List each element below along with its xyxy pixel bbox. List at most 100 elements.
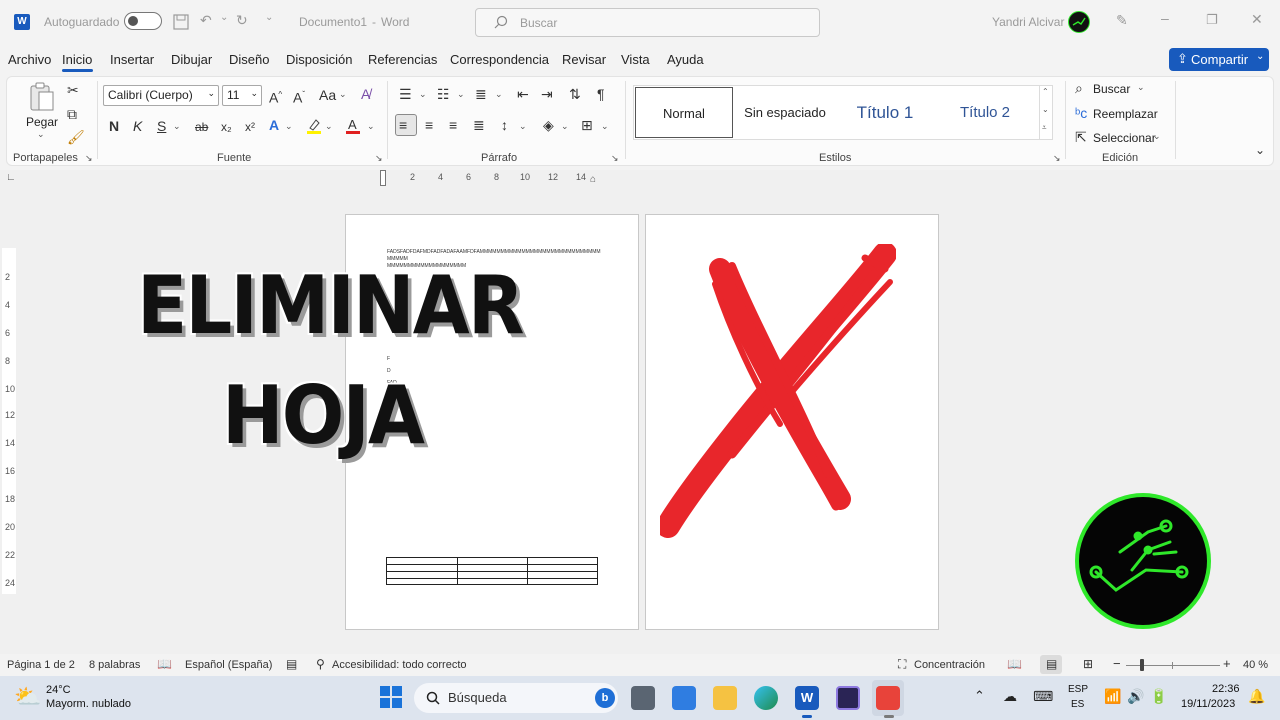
clock-time[interactable]: 22:36	[1212, 683, 1240, 695]
borders-dropdown-icon[interactable]: ⌄	[601, 121, 609, 132]
font-color-dropdown-icon[interactable]: ⌄	[367, 121, 375, 132]
underline-button[interactable]: S	[157, 119, 166, 133]
format-painter-icon[interactable]: 🖌	[67, 130, 85, 144]
battery-icon[interactable]: 🔋	[1150, 688, 1167, 705]
font-launcher-icon[interactable]: ↘	[375, 153, 383, 164]
file-explorer-icon[interactable]	[713, 686, 737, 710]
focus-icon[interactable]: ⛶	[898, 657, 906, 672]
web-layout-icon[interactable]: ⊞	[1083, 657, 1093, 671]
horizontal-ruler[interactable]: 2 4 6 8 10 12 14 ⌂	[360, 170, 610, 186]
store-icon[interactable]	[672, 686, 696, 710]
snip-tool-button[interactable]	[872, 680, 904, 716]
taskbar-search-box[interactable]: Búsqueda b	[414, 683, 618, 713]
change-case-dropdown-icon[interactable]: ⌄	[339, 89, 347, 100]
font-color-icon[interactable]: A	[345, 117, 361, 135]
highlight-dropdown-icon[interactable]: ⌄	[325, 121, 333, 132]
zoom-slider-thumb[interactable]	[1140, 659, 1144, 671]
accessibility-icon[interactable]: ⚲	[316, 657, 325, 671]
onedrive-icon[interactable]: ☁	[1003, 688, 1017, 705]
weather-temp[interactable]: 24°C	[46, 684, 71, 696]
multilevel-list-icon[interactable]: ≣	[475, 87, 487, 101]
show-formatting-icon[interactable]: ¶	[597, 87, 605, 101]
autosave-toggle[interactable]	[124, 12, 162, 30]
print-layout-button[interactable]: ▤	[1040, 655, 1062, 674]
strikethrough-button[interactable]: ab	[195, 120, 208, 134]
underline-dropdown-icon[interactable]: ⌄	[173, 121, 181, 132]
grow-font-icon[interactable]: A^	[269, 88, 282, 105]
increase-indent-icon[interactable]: ⇥	[541, 87, 553, 101]
undo-dropdown-icon[interactable]: ⌄	[220, 12, 228, 23]
tab-diseno[interactable]: Diseño	[229, 52, 269, 67]
borders-icon[interactable]: ⊞	[581, 118, 593, 132]
tab-revisar[interactable]: Revisar	[562, 52, 606, 67]
multilevel-dropdown-icon[interactable]: ⌄	[495, 89, 503, 100]
share-dropdown-icon[interactable]: ⌄	[1256, 51, 1264, 62]
font-size-select[interactable]: 11 ⌄	[222, 85, 262, 106]
clock-date[interactable]: 19/11/2023	[1181, 698, 1235, 710]
video-editor-icon[interactable]	[836, 686, 860, 710]
find-label[interactable]: Buscar	[1093, 82, 1130, 96]
text-effects-dropdown-icon[interactable]: ⌄	[285, 121, 293, 132]
align-center-icon[interactable]: ≡	[425, 118, 433, 132]
word-taskbar-icon[interactable]: W	[795, 686, 819, 710]
task-view-icon[interactable]	[631, 686, 655, 710]
numbering-dropdown-icon[interactable]: ⌄	[457, 89, 465, 100]
clear-formatting-icon[interactable]: A̸	[361, 87, 370, 101]
tab-disposicion[interactable]: Disposición	[286, 52, 352, 67]
maximize-button[interactable]: ❐	[1206, 12, 1218, 28]
tab-vista[interactable]: Vista	[621, 52, 650, 67]
zoom-level[interactable]: 40 %	[1243, 659, 1268, 671]
share-button[interactable]: ⇪ Compartir ⌄	[1169, 48, 1269, 71]
replace-icon[interactable]: ᵇc	[1075, 106, 1087, 120]
tab-referencias[interactable]: Referencias	[368, 52, 437, 67]
styles-launcher-icon[interactable]: ↘	[1053, 153, 1061, 164]
search-box[interactable]: Buscar	[475, 8, 820, 37]
wifi-icon[interactable]: 📶	[1104, 688, 1121, 705]
find-icon[interactable]: ⌕	[1075, 81, 1083, 95]
style-no-spacing[interactable]: Sin espaciado	[737, 87, 833, 138]
edge-icon[interactable]	[754, 686, 778, 710]
tab-dibujar[interactable]: Dibujar	[171, 52, 212, 67]
redo-icon[interactable]: ↻	[236, 12, 248, 29]
paste-label[interactable]: Pegar	[26, 115, 58, 129]
tab-selector[interactable]: ∟	[6, 172, 16, 183]
copy-icon[interactable]: ⧉	[67, 107, 77, 121]
superscript-button[interactable]: x²	[245, 120, 255, 134]
paste-dropdown-icon[interactable]: ⌄	[37, 129, 45, 140]
close-button[interactable]: ✕	[1251, 11, 1263, 28]
user-name[interactable]: Yandri Alcivar	[992, 15, 1064, 29]
style-heading-1[interactable]: Título 1	[837, 87, 933, 138]
right-indent-marker[interactable]: ⌂	[590, 174, 596, 185]
highlight-icon[interactable]	[305, 117, 323, 135]
line-spacing-dropdown-icon[interactable]: ⌄	[519, 121, 527, 132]
styles-scroll-up-icon[interactable]: ⌃	[1042, 87, 1049, 96]
shading-dropdown-icon[interactable]: ⌄	[561, 121, 569, 132]
word-count[interactable]: 8 palabras	[89, 659, 140, 671]
tab-inicio[interactable]: Inicio	[62, 52, 92, 67]
clipboard-launcher-icon[interactable]: ↘	[85, 153, 93, 164]
cut-icon[interactable]: ✂	[67, 83, 79, 97]
input-language[interactable]: ESP	[1068, 684, 1088, 695]
shrink-font-icon[interactable]: Aˇ	[293, 88, 305, 105]
line-spacing-icon[interactable]: ↕	[501, 118, 508, 132]
align-left-button[interactable]: ≡	[395, 114, 417, 136]
change-case-icon[interactable]: Aa	[319, 88, 336, 102]
weather-icon[interactable]: ⛅	[14, 684, 41, 710]
bullets-dropdown-icon[interactable]: ⌄	[419, 89, 427, 100]
bullets-icon[interactable]: ☰	[399, 87, 412, 101]
bing-icon[interactable]: b	[595, 688, 615, 708]
justify-icon[interactable]: ≣	[473, 118, 485, 132]
select-label[interactable]: Seleccionar	[1093, 131, 1156, 145]
sort-icon[interactable]: ⇅	[569, 87, 581, 101]
zoom-out-button[interactable]: −	[1113, 656, 1121, 671]
tab-ayuda[interactable]: Ayuda	[667, 52, 704, 67]
select-icon[interactable]: ⇱	[1075, 130, 1087, 144]
accessibility-status[interactable]: Accesibilidad: todo correcto	[332, 659, 467, 671]
tab-archivo[interactable]: Archivo	[8, 52, 51, 67]
style-heading-2[interactable]: Título 2	[937, 87, 1033, 138]
weather-desc[interactable]: Mayorm. nublado	[46, 698, 131, 710]
keyboard-icon[interactable]: ⌨	[1033, 688, 1053, 705]
page-1-table[interactable]	[386, 557, 598, 585]
indent-marker[interactable]	[380, 170, 386, 186]
shading-icon[interactable]: ◈	[543, 118, 554, 132]
